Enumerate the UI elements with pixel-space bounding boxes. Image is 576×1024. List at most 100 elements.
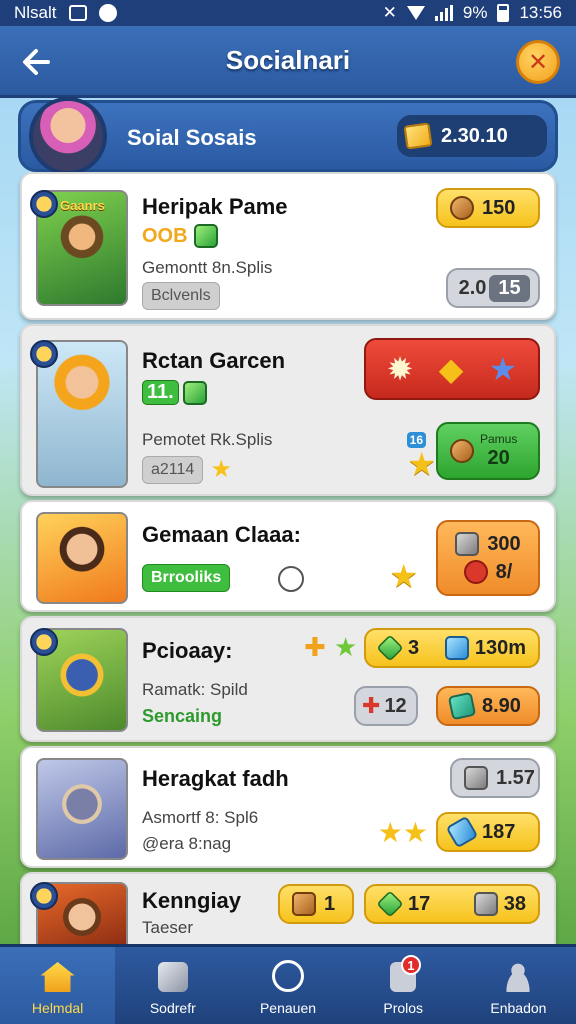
game-thumbnail <box>36 758 128 860</box>
gem-icon <box>376 890 404 918</box>
app-notification-icon <box>68 5 87 21</box>
nav-item-profile[interactable]: 1 Prolos <box>346 947 461 1024</box>
thumbnail-title: Gaanrs <box>60 198 105 213</box>
signal-icon <box>434 5 453 21</box>
close-button[interactable]: ✕ <box>516 40 560 84</box>
rank-badge <box>30 882 58 910</box>
game-card[interactable]: Kenngiay Taeser 1 17 38 <box>20 872 556 950</box>
crystal-icon <box>445 815 479 849</box>
reward-pill[interactable]: 300 8/ <box>436 520 540 596</box>
game-title: Kenngiay <box>142 888 242 913</box>
gold-icon <box>403 122 433 150</box>
game-tag[interactable]: Brrooliks <box>142 564 231 592</box>
loose-star: ★ <box>389 558 418 594</box>
bonus-pill[interactable]: Pamus 20 <box>436 422 540 480</box>
coin-amount: 2.30.10 <box>441 124 508 147</box>
game-tag-row: a2114 ★ <box>142 456 233 484</box>
puzzle-icon: ✚ <box>304 632 326 662</box>
avatar[interactable] <box>29 97 107 175</box>
reward-bundle[interactable]: ✹ ◆ ★ <box>364 338 540 400</box>
coin-balance[interactable]: 2.30.10 <box>397 115 547 157</box>
star-icon: ★ <box>210 456 233 483</box>
reward-pill[interactable]: 150 <box>436 188 540 228</box>
game-thumbnail <box>36 512 128 604</box>
game-subtitle-2: @era 8:nag <box>142 834 232 853</box>
back-button[interactable] <box>18 42 58 82</box>
game-badge: OOB <box>142 224 218 248</box>
nav-label: Penauen <box>259 1000 317 1016</box>
gem-icon: ◆ <box>438 351 464 387</box>
puzzle-icon: ✚ <box>362 693 381 718</box>
home-icon <box>40 962 75 992</box>
close-icon: ✕ <box>527 48 549 76</box>
side-badge: 16 <box>406 432 426 448</box>
timer-icon <box>278 566 304 592</box>
game-tag: Bclvenls <box>142 282 220 310</box>
profile-bar: Soial Sosais 2.30.10 <box>18 97 558 175</box>
box-icon <box>464 766 488 790</box>
gem-icon <box>447 691 477 721</box>
game-card[interactable]: Pcioaay: Ramatk: Spild Sencaing ✚ ★ 3 13… <box>20 616 556 742</box>
reward-pill[interactable]: 17 38 <box>364 884 540 924</box>
mute-icon: ✕ <box>382 3 397 22</box>
notification-badge: 1 <box>400 955 421 975</box>
bottom-nav: Helmdal Sodrefr Penauen 1 Prolos Enbadon <box>0 944 576 1024</box>
battery-percent: 9% <box>462 3 488 22</box>
chest-icon <box>450 196 474 220</box>
rank-badge <box>30 628 58 656</box>
game-card[interactable]: Heragkat fadh Asmortf 8: Spl6 @era 8:nag… <box>20 746 556 868</box>
game-card[interactable]: Gaanrs Heripak Pame OOB Gemontt 8n.Splis… <box>20 172 556 320</box>
game-title: Pcioaay: <box>142 638 233 663</box>
arrow-left-icon <box>23 49 50 75</box>
nav-item-friends[interactable]: Enbadon <box>461 947 576 1024</box>
clock-time: 13:56 <box>519 3 562 22</box>
game-title: Heripak Pame <box>142 194 288 219</box>
gem-icon <box>376 634 404 662</box>
profile-name: Soial Sosais <box>127 125 257 150</box>
game-title: Rctan Garcen <box>142 348 286 373</box>
page-title: Socialnari <box>225 45 351 75</box>
nav-item-home[interactable]: Helmdal <box>0 947 116 1024</box>
star-icon: ★ <box>488 351 518 387</box>
game-subtitle: Taeser <box>142 918 194 937</box>
stat-pill[interactable]: 2.0 15 <box>446 268 540 308</box>
clock-icon <box>272 960 304 992</box>
nav-item-timer[interactable]: Penauen <box>230 947 345 1024</box>
game-title: Heragkat fadh <box>142 766 289 791</box>
carrier-text: Nlsalt <box>14 3 57 22</box>
box-icon <box>455 532 480 556</box>
crystal-icon <box>444 636 469 660</box>
rank-badge <box>30 340 58 368</box>
reward-pill[interactable]: 3 130m <box>364 628 540 668</box>
status-bar: Nlsalt ✕ 9% 13:56 <box>0 0 576 26</box>
app-header: Socialnari ✕ <box>0 26 576 98</box>
nav-label: Enbadon <box>490 1000 547 1016</box>
gem-icon <box>182 380 207 405</box>
stat-pill[interactable]: ✚ 12 <box>354 686 418 726</box>
wifi-icon <box>406 6 425 20</box>
nav-label: Prolos <box>383 1000 424 1016</box>
reward-pill[interactable]: 8.90 <box>436 686 540 726</box>
box-icon <box>473 892 498 916</box>
game-card[interactable]: Gemaan Claaa: Brrooliks ★ 300 8/ <box>20 500 556 612</box>
game-tag: a2114 <box>142 456 204 484</box>
reward-pill[interactable]: 1 <box>278 884 354 924</box>
nav-item-store[interactable]: Sodrefr <box>115 947 230 1024</box>
game-badge: 11. <box>142 380 207 405</box>
nav-label: Helmdal <box>31 1000 84 1016</box>
message-notification-icon <box>98 4 117 22</box>
bonus-icon <box>450 439 474 463</box>
rank-badge <box>30 190 58 218</box>
cube-icon <box>157 962 188 992</box>
stat-pill[interactable]: 1.57 <box>450 758 540 798</box>
star-icon: ★★ <box>377 817 428 848</box>
splash-icon: ✹ <box>386 351 414 387</box>
reward-pill[interactable]: 187 <box>436 812 540 852</box>
game-card[interactable]: Rctan Garcen 11. Pemotet Rk.Splis a2114 … <box>20 324 556 496</box>
potion-icon <box>463 560 488 584</box>
loose-star: ★ <box>407 446 436 482</box>
battery-icon <box>497 4 510 22</box>
game-subtitle: Pemotet Rk.Splis <box>142 430 273 449</box>
game-title: Gemaan Claaa: <box>142 522 301 547</box>
game-status: Sencaing <box>142 706 223 726</box>
